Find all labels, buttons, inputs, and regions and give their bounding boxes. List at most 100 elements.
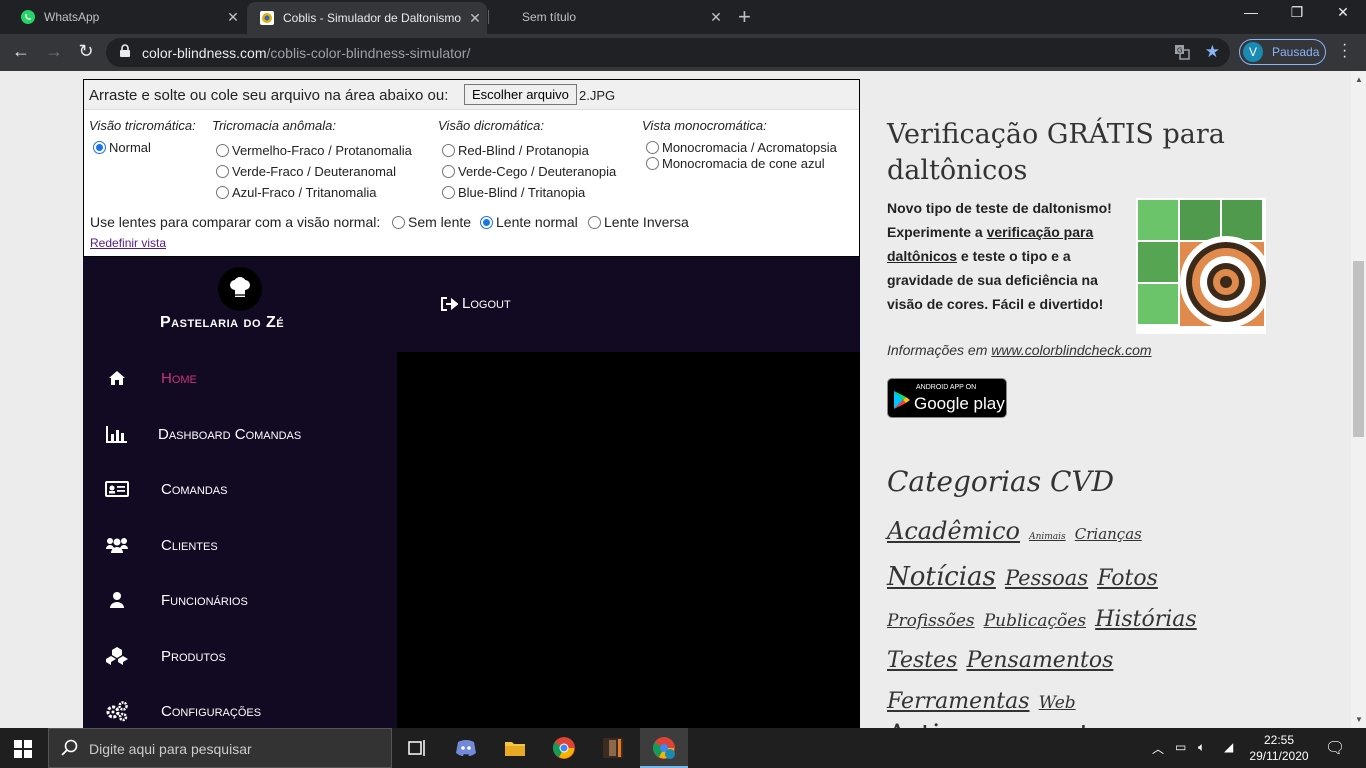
radio-sem-lente[interactable]: Sem lente — [392, 214, 471, 230]
category-link[interactable]: Notícias — [887, 562, 996, 592]
home-icon — [103, 368, 131, 388]
option-label: Verde-Cego / Deuteranopia — [458, 164, 617, 179]
category-link[interactable]: Pessoas — [1005, 566, 1088, 590]
battery-icon[interactable]: ▭ — [1175, 740, 1186, 754]
tab-whatsapp[interactable]: WhatsApp ✕ — [8, 0, 245, 34]
upload-bar: Arraste e solte ou cole seu arquivo na á… — [84, 80, 859, 110]
volume-icon[interactable]: 🔈︎ — [1198, 740, 1205, 755]
radio-normal[interactable]: Normal — [93, 140, 151, 155]
menu-icon[interactable]: · · · — [1342, 37, 1347, 65]
windows-start-icon[interactable] — [14, 740, 32, 763]
taskbar-search-box[interactable]: Digite aqui para pesquisar — [48, 728, 392, 768]
radio-button[interactable] — [216, 144, 229, 157]
category-link[interactable]: Acadêmico — [887, 517, 1020, 545]
show-hidden-icons-icon[interactable]: ︿ — [1152, 740, 1164, 757]
radio-lente-inversa[interactable]: Lente Inversa — [588, 214, 689, 230]
category-link[interactable]: Publicações — [984, 611, 1086, 631]
nav-item-funcionarios[interactable]: Funcionários — [103, 590, 248, 610]
radio-tritanomalia[interactable]: Azul-Fraco / Tritanomalia — [216, 185, 377, 200]
category-link[interactable]: Profissões — [887, 611, 975, 631]
category-link[interactable]: Crianças — [1075, 525, 1142, 543]
radio-button[interactable] — [588, 215, 601, 229]
nav-item-dashboard-comandas[interactable]: Dashboard Comandas — [103, 424, 301, 444]
sign-out-icon — [441, 296, 458, 311]
notifications-icon[interactable]: 🗨︎ — [1325, 738, 1345, 758]
tab-coblis[interactable]: Coblis - Simulador de Daltonismo ✕ — [247, 2, 487, 34]
chrome-icon[interactable] — [552, 736, 576, 760]
scrollbar-thumb[interactable] — [1353, 261, 1364, 437]
task-view-icon[interactable] — [405, 736, 429, 760]
chrome-profile-icon — [652, 737, 675, 759]
radio-button[interactable] — [442, 186, 455, 199]
nav-label: Dashboard Comandas — [158, 425, 302, 443]
radio-deuteranomal[interactable]: Verde-Fraco / Deuteranomal — [216, 164, 396, 179]
radio-protanopia[interactable]: Red-Blind / Protanopia — [442, 143, 589, 158]
simulated-image: Pastelaria do Zé Logout Home Dashboard C… — [83, 257, 860, 728]
radio-button[interactable] — [392, 215, 405, 229]
bookmark-star-icon[interactable]: ★ — [1205, 42, 1220, 62]
profile-button[interactable]: V Pausada — [1239, 39, 1326, 65]
app-thumbnail-icon[interactable] — [601, 736, 625, 760]
scroll-up-icon[interactable]: ▲ — [1355, 75, 1363, 84]
nav-item-produtos[interactable]: Produtos — [103, 646, 226, 666]
radio-button[interactable] — [442, 144, 455, 157]
option-label: Lente Inversa — [604, 214, 689, 230]
radio-protanomalia[interactable]: Vermelho-Fraco / Protanomalia — [216, 143, 412, 158]
colorblindcheck-url-link[interactable]: www.colorblindcheck.com — [991, 342, 1151, 358]
file-explorer-icon[interactable] — [503, 736, 527, 760]
radio-button[interactable] — [216, 165, 229, 178]
logout-link[interactable]: Logout — [440, 295, 511, 312]
minimize-icon[interactable]: — — [1228, 4, 1274, 20]
tab-sem-titulo[interactable]: Sem título ✕ — [490, 0, 728, 34]
radio-tritanopia[interactable]: Blue-Blind / Tritanopia — [442, 185, 585, 200]
address-bar[interactable]: color-blindness.com/coblis-color-blindne… — [106, 38, 1230, 67]
choose-file-button[interactable]: Escolher arquivo — [464, 84, 577, 105]
category-link[interactable]: Ferramentas — [887, 689, 1030, 714]
radio-button[interactable] — [442, 165, 455, 178]
radio-acromatopsia[interactable]: Monocromacia / Acromatopsia — [646, 140, 837, 155]
active-chrome-profile-button[interactable] — [640, 728, 688, 768]
forward-icon[interactable]: → — [42, 41, 66, 62]
search-icon — [61, 739, 79, 762]
nav-item-clientes[interactable]: Clientes — [103, 535, 218, 555]
category-link[interactable]: Testes — [887, 648, 957, 673]
close-tab-icon[interactable]: ✕ — [463, 10, 487, 27]
nav-item-configuracoes[interactable]: Configurações — [103, 701, 261, 722]
category-link[interactable]: Animais — [1029, 532, 1066, 542]
google-play-badge[interactable]: ANDROID APP ON Google play — [887, 378, 1007, 418]
radio-button[interactable] — [646, 157, 659, 170]
close-tab-icon[interactable]: ✕ — [704, 9, 728, 26]
page-scrollbar[interactable]: ▲ ▼ — [1351, 71, 1366, 728]
gplay-small-text: ANDROID APP ON — [916, 384, 977, 391]
reload-icon[interactable]: ↻ — [74, 41, 98, 62]
category-link[interactable]: Histórias — [1095, 607, 1197, 632]
close-window-icon[interactable]: ✕ — [1320, 4, 1366, 21]
reset-view-link[interactable]: Redefinir vista — [90, 236, 166, 250]
radio-lente-normal[interactable]: Lente normal — [480, 214, 578, 230]
colorblind-check-image[interactable] — [1136, 198, 1266, 334]
radio-button[interactable] — [216, 186, 229, 199]
cubes-icon — [103, 646, 131, 666]
restore-icon[interactable]: ❐ — [1274, 4, 1320, 21]
category-link[interactable]: Web — [1039, 693, 1076, 713]
scroll-down-icon[interactable]: ▼ — [1355, 715, 1363, 724]
discord-icon[interactable] — [454, 736, 478, 760]
network-icon[interactable]: ◢ — [1224, 740, 1233, 754]
nav-item-home[interactable]: Home — [103, 368, 197, 388]
radio-button[interactable] — [646, 141, 659, 154]
new-tab-icon[interactable]: + — [738, 4, 751, 30]
categories-title: Categorias CVD — [887, 465, 1115, 498]
radio-cone-azul[interactable]: Monocromacia de cone azul — [646, 156, 825, 171]
close-tab-icon[interactable]: ✕ — [221, 9, 245, 26]
category-link[interactable]: Fotos — [1097, 566, 1158, 591]
upload-label: Arraste e solte ou cole seu arquivo na á… — [89, 87, 449, 104]
back-icon[interactable]: ← — [9, 41, 33, 62]
radio-button[interactable] — [93, 141, 106, 154]
category-link[interactable]: Pensamentos — [967, 648, 1114, 673]
translate-icon[interactable]: G — [1174, 44, 1190, 65]
option-label: Monocromacia de cone azul — [662, 156, 825, 171]
nav-item-comandas[interactable]: Comandas — [103, 479, 227, 499]
radio-deuteranopia[interactable]: Verde-Cego / Deuteranopia — [442, 164, 616, 179]
taskbar-clock[interactable]: 22:55 29/11/2020 — [1249, 732, 1309, 764]
radio-button[interactable] — [480, 215, 493, 229]
